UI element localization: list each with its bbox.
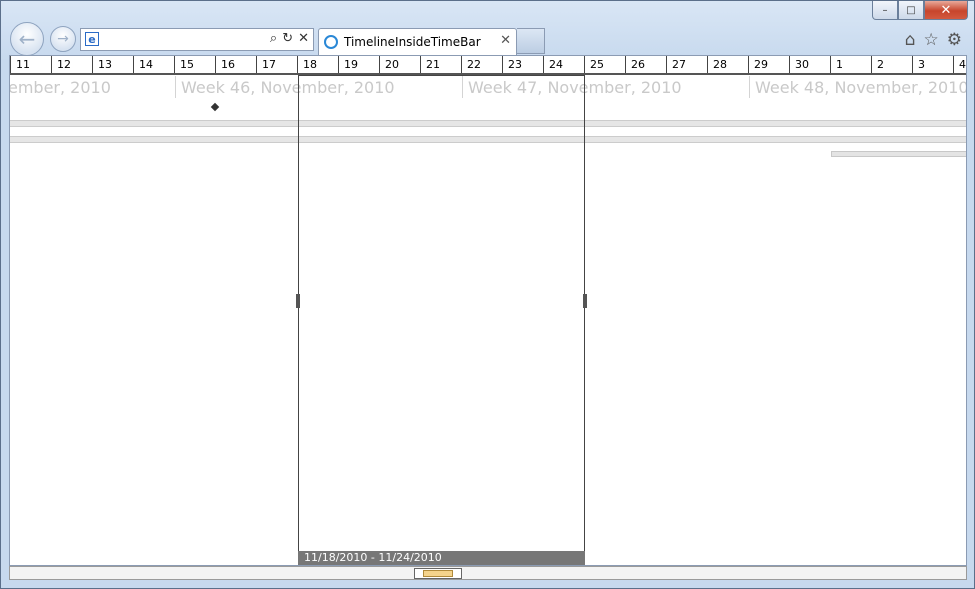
horizontal-scrollbar[interactable] [9, 566, 967, 580]
day-cell: 22 [461, 56, 502, 73]
day-cell: 13 [92, 56, 133, 73]
day-cell: 28 [707, 56, 748, 73]
back-button[interactable]: ← [10, 22, 44, 56]
tab-close-icon[interactable]: ✕ [500, 33, 511, 48]
day-cell: 20 [379, 56, 420, 73]
selection-range-label: 11/18/2010 - 11/24/2010 [298, 551, 585, 565]
browser-window: – □ ✕ ← → e ⌕ ↻ ✕ TimelineInsideTimeBar … [0, 0, 975, 589]
day-cell: 27 [666, 56, 707, 73]
new-tab-button[interactable] [517, 28, 545, 54]
day-cell: 12 [51, 56, 92, 73]
selection-range[interactable] [298, 75, 585, 565]
forward-button[interactable]: → [50, 26, 76, 52]
day-cell: 21 [420, 56, 461, 73]
day-cell: 25 [584, 56, 625, 73]
day-cell: 29 [748, 56, 789, 73]
day-cell: 15 [174, 56, 215, 73]
day-cell: 14 [133, 56, 174, 73]
minimize-button[interactable]: – [872, 1, 898, 20]
day-cell: 11 [10, 56, 51, 73]
tab-title: TimelineInsideTimeBar [344, 35, 481, 49]
gear-icon[interactable]: ⚙ [947, 30, 962, 50]
back-arrow-icon: ← [18, 27, 36, 51]
day-cell: 30 [789, 56, 830, 73]
day-cell: 18 [297, 56, 338, 73]
ie-tab-icon [324, 35, 338, 49]
address-bar[interactable]: e ⌕ ↻ ✕ [80, 28, 314, 51]
page-content: 11 12 13 14 15 16 17 18 19 20 21 22 23 24 25 26 27 28 29 30… [9, 55, 967, 566]
selection-start-handle[interactable] [296, 294, 300, 308]
stop-icon[interactable]: ✕ [298, 31, 309, 46]
day-cell: 19 [338, 56, 379, 73]
scrollbar-thumb[interactable] [414, 568, 462, 579]
day-cell: 24 [543, 56, 584, 73]
maximize-button[interactable]: □ [898, 1, 924, 20]
refresh-icon[interactable]: ↻ [282, 31, 293, 46]
scrollbar-thumb-grip [423, 570, 453, 577]
week-label: ember, 2010 [9, 78, 111, 97]
week-label: Week 48, November, 2010 [755, 78, 967, 97]
day-cell: 23 [502, 56, 543, 73]
day-cell: 17 [256, 56, 297, 73]
day-cell: 1 [830, 56, 871, 73]
milestone-marker[interactable] [210, 102, 220, 112]
day-cell: 3 [912, 56, 953, 73]
caption-buttons: – □ ✕ [872, 1, 968, 20]
timeline-item-bar[interactable] [831, 151, 966, 157]
command-icons: ⌂ ☆ ⚙ [905, 30, 962, 50]
selection-end-handle[interactable] [583, 294, 587, 308]
search-icon[interactable]: ⌕ [270, 31, 277, 46]
tab-timeline[interactable]: TimelineInsideTimeBar ✕ [318, 28, 517, 55]
favorites-icon[interactable]: ☆ [924, 30, 939, 50]
ie-page-icon: e [85, 32, 99, 46]
day-cell: 4 [953, 56, 966, 73]
close-button[interactable]: ✕ [924, 1, 968, 20]
day-cell: 16 [215, 56, 256, 73]
forward-arrow-icon: → [57, 31, 69, 47]
day-cell: 2 [871, 56, 912, 73]
day-cell: 26 [625, 56, 666, 73]
day-ruler: 11 12 13 14 15 16 17 18 19 20 21 22 23 24 25 26 27 28 29 30… [10, 56, 966, 75]
home-icon[interactable]: ⌂ [905, 30, 916, 50]
